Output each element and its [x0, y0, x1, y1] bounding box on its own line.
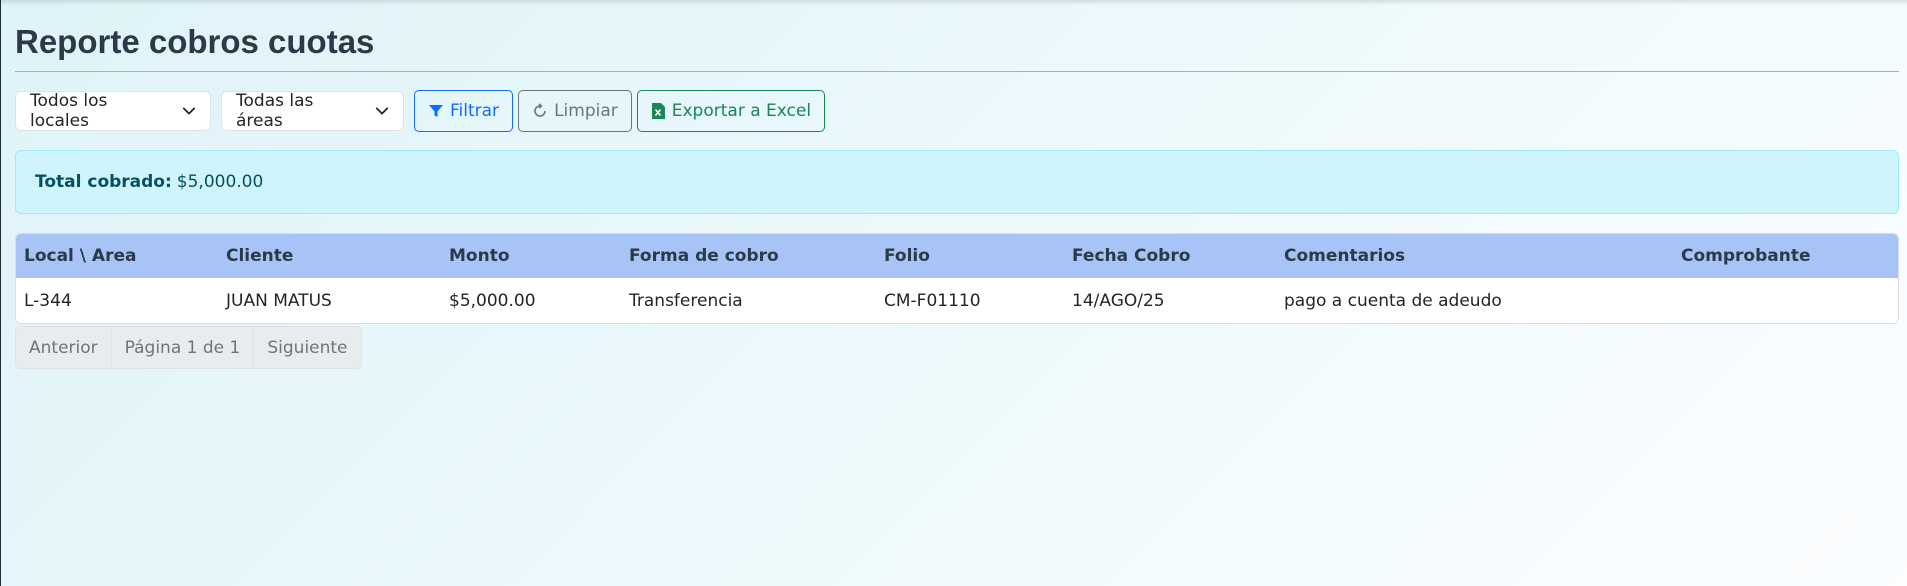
filter-button-label: Filtrar	[450, 101, 500, 121]
table-header-row: Local \ Area Cliente Monto Forma de cobr…	[16, 234, 1898, 278]
total-label: Total cobrado:	[35, 172, 172, 192]
clear-button-label: Limpiar	[554, 101, 618, 121]
areas-select[interactable]: Todas las áreas	[221, 91, 404, 131]
cell-fecha-cobro: 14/AGO/25	[1072, 290, 1165, 311]
areas-select-value: Todas las áreas	[236, 91, 314, 131]
page-indicator: Página 1 de 1	[111, 326, 255, 369]
report-container: Reporte cobros cuotas Todos los locales …	[15, 0, 1899, 369]
column-header-monto: Monto	[449, 246, 510, 266]
total-value: $5,000.00	[176, 172, 264, 192]
export-excel-button[interactable]: Exportar a Excel	[636, 90, 826, 132]
cell-cliente: JUAN MATUS	[226, 290, 332, 311]
chevron-down-icon	[375, 104, 389, 118]
title-divider	[15, 71, 1899, 72]
funnel-icon	[428, 103, 444, 119]
cell-comentarios: pago a cuenta de adeudo	[1284, 290, 1502, 311]
column-header-folio: Folio	[884, 246, 930, 266]
locales-select[interactable]: Todos los locales	[15, 91, 211, 131]
total-summary-alert: Total cobrado: $5,000.00	[15, 150, 1899, 214]
column-header-fecha-cobro: Fecha Cobro	[1072, 246, 1191, 266]
column-header-cliente: Cliente	[226, 246, 294, 266]
filter-toolbar: Todos los locales Todas las áreas Filtra…	[15, 90, 1899, 132]
next-page-button[interactable]: Siguiente	[254, 326, 362, 369]
page-title: Reporte cobros cuotas	[15, 23, 375, 60]
clear-button[interactable]: Limpiar	[518, 90, 632, 132]
previous-page-button[interactable]: Anterior	[15, 326, 112, 369]
cell-monto: $5,000.00	[449, 290, 536, 311]
payments-table-wrapper: Local \ Area Cliente Monto Forma de cobr…	[15, 233, 1899, 324]
pagination: Anterior Página 1 de 1 Siguiente	[15, 326, 1899, 369]
cell-comprobante	[1673, 278, 1898, 323]
column-header-local-area: Local \ Area	[24, 246, 137, 266]
locales-select-value: Todos los locales	[30, 91, 108, 131]
excel-file-icon	[651, 102, 666, 120]
column-header-forma-de-cobro: Forma de cobro	[629, 246, 779, 266]
chevron-down-icon	[182, 104, 196, 118]
export-button-label: Exportar a Excel	[671, 101, 812, 121]
column-header-comprobante: Comprobante	[1681, 246, 1811, 266]
cell-folio: CM-F01110	[884, 290, 981, 311]
table-row: L-344 JUAN MATUS $5,000.00 Transferencia…	[16, 278, 1898, 323]
column-header-comentarios: Comentarios	[1284, 246, 1406, 266]
refresh-icon	[532, 103, 548, 119]
filter-button[interactable]: Filtrar	[414, 90, 514, 132]
cell-local-area: L-344	[24, 290, 72, 311]
cell-forma-de-cobro: Transferencia	[629, 290, 743, 311]
payments-table: Local \ Area Cliente Monto Forma de cobr…	[16, 234, 1898, 323]
